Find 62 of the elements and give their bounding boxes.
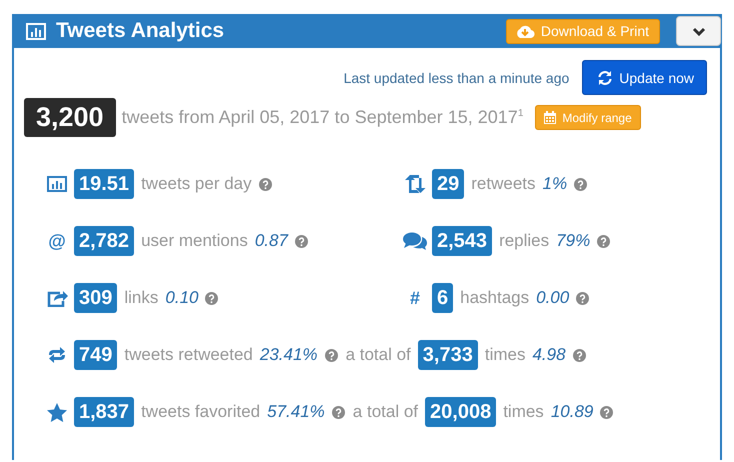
last-updated-text: Last updated less than a minute ago (344, 70, 570, 86)
stat-value: 2,782 (74, 226, 134, 256)
symbol-icon: # (410, 288, 420, 308)
stat-value: 309 (74, 283, 118, 313)
stat-ratio: 57.41% (267, 402, 325, 422)
dropdown-button[interactable] (676, 16, 721, 46)
stat-value: 3,733 (418, 340, 478, 370)
retweet-icon (404, 175, 426, 193)
stat-label: links (124, 288, 158, 308)
stat-value: 19.51 (74, 169, 134, 199)
stat-ratio: 0.00 (536, 288, 570, 308)
stat-ratio: 79% (556, 231, 590, 251)
help-icon (324, 348, 338, 362)
stat-label: tweets per day (141, 174, 252, 194)
swap-arrows-icon (48, 347, 66, 363)
calendar-icon (544, 111, 556, 124)
stat-label: times (484, 345, 526, 365)
star-icon (47, 402, 67, 422)
help-icon (294, 234, 308, 248)
help-icon (572, 348, 586, 362)
stat-ratio: 23.41% (260, 345, 318, 365)
help-icon (600, 406, 614, 418)
stat-ratio: 1% (542, 174, 568, 194)
stat-label: times (503, 402, 544, 422)
help-icon (258, 178, 272, 190)
share-icon (46, 289, 68, 307)
stat-value: 2,543 (432, 226, 492, 256)
stat-value: 29 (432, 169, 464, 199)
help-icon (576, 292, 590, 304)
cloud-download-icon (514, 24, 535, 38)
stat-label: replies (499, 231, 550, 251)
stat-label: retweets (471, 174, 536, 194)
stat-value: 20,008 (425, 397, 496, 427)
panel-title: Tweets Analytics (56, 19, 226, 43)
bar-chart-icon (47, 176, 67, 192)
stat-label: tweets retweeted (124, 345, 253, 365)
stat-ratio: 0.87 (254, 231, 288, 251)
bar-chart-icon (26, 22, 46, 40)
joiner-text: a total of (352, 402, 418, 422)
stat-ratio: 0.10 (165, 288, 198, 308)
stat-label: user mentions (141, 231, 248, 251)
date-range-text: tweets from April 05, 2017 to September 15, 2017$^{1}$ (122, 107, 524, 128)
speech-bubbles-icon (403, 232, 427, 250)
stat-value: 6 (432, 283, 454, 313)
joiner-text: a total of (346, 345, 411, 365)
download-button[interactable]: Download & Print (506, 18, 660, 44)
help-icon (332, 406, 345, 418)
help-icon (205, 292, 218, 304)
refresh-icon (597, 70, 614, 86)
chevron-icon (692, 26, 706, 36)
tweet-total: 3,200 (24, 98, 116, 137)
stat-value: 1,837 (74, 397, 134, 427)
help-icon (574, 178, 588, 190)
stat-ratio: 4.98 (532, 345, 566, 365)
stat-label: tweets favorited (141, 402, 260, 422)
symbol-icon: @ (48, 230, 66, 252)
help-icon (597, 234, 610, 248)
modify-range-button[interactable]: Modify range (535, 105, 641, 130)
stat-label: hashtags (460, 288, 530, 308)
update-button[interactable]: Update now (582, 60, 707, 95)
stat-ratio: 10.89 (550, 402, 594, 422)
stat-value: 749 (74, 340, 118, 370)
